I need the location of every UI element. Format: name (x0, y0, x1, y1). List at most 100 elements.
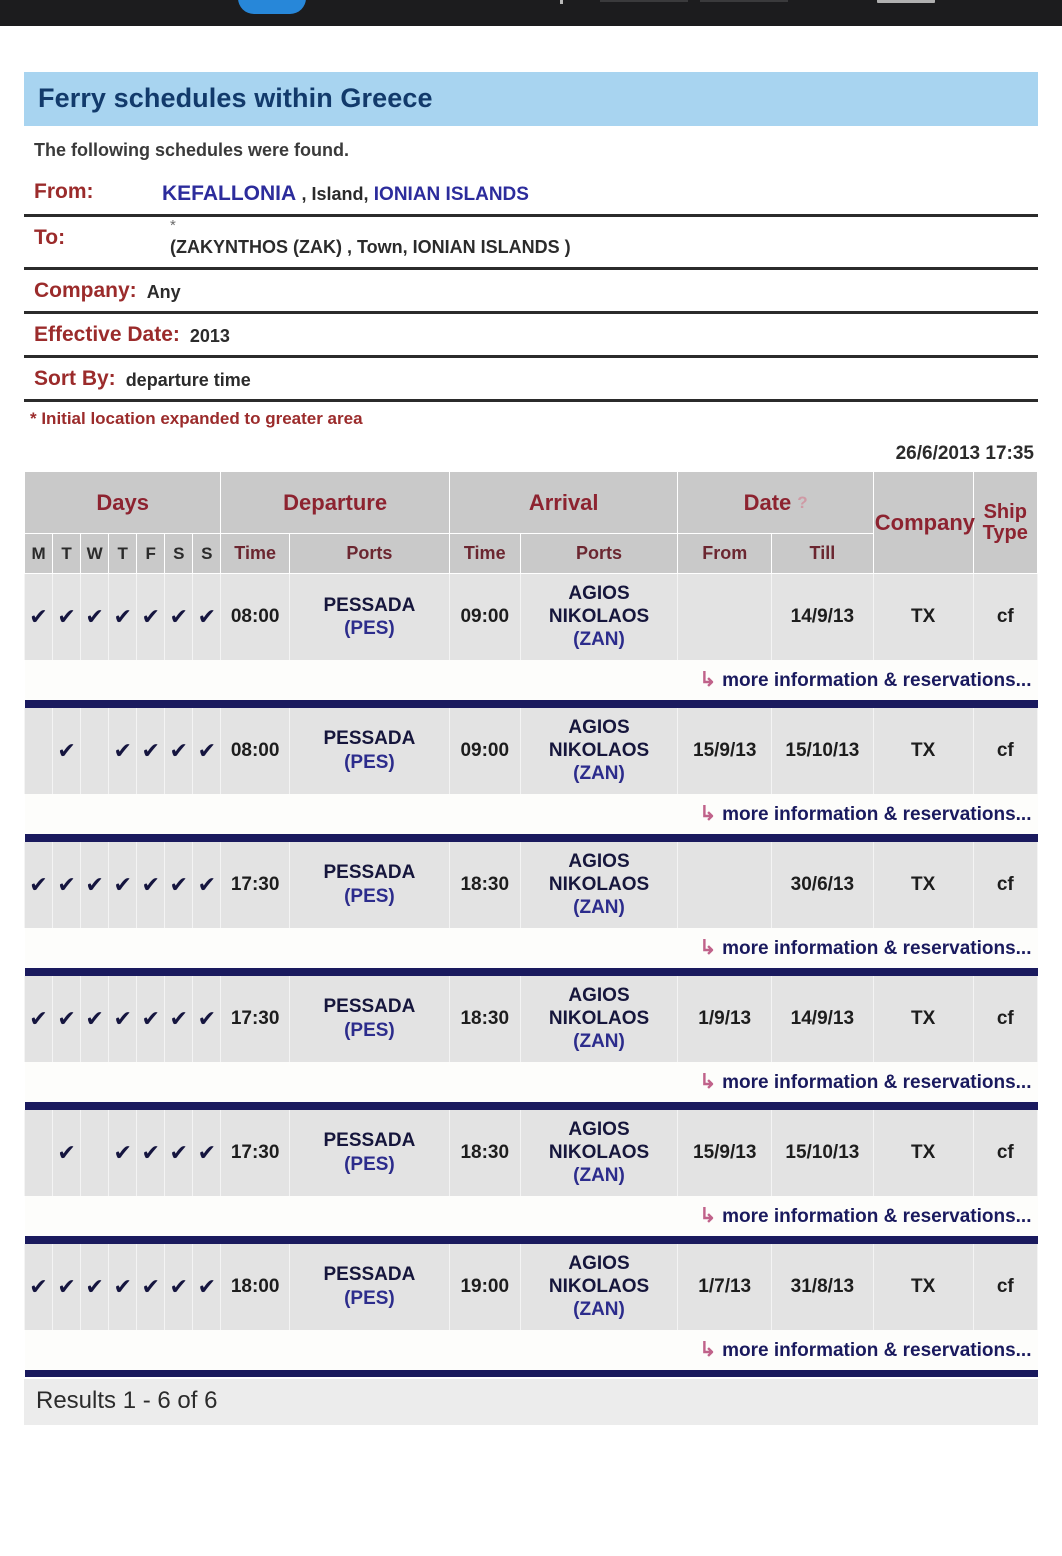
browser-toolbar-item-left[interactable] (600, 0, 688, 2)
ship-type-code[interactable]: cf (972, 707, 1039, 794)
company-code[interactable]: TX (872, 841, 974, 928)
arrival-port-name-line2: NIKOLAOS (548, 873, 650, 895)
header-date[interactable]: Date? (677, 471, 874, 534)
more-info-cell: ↳ more information & reservations... (24, 1329, 1038, 1370)
more-information-link[interactable]: more information & reservations... (722, 938, 1031, 959)
more-information-link[interactable]: more information & reservations... (722, 1072, 1031, 1093)
day-cell-tue: ✔ (52, 1243, 82, 1330)
date-from: 15/9/13 (677, 707, 772, 794)
departure-port: PESSADA (PES) (288, 975, 450, 1062)
check-icon: ✔ (141, 872, 160, 898)
day-cell-fri: ✔ (136, 573, 166, 660)
day-cell-tue: ✔ (52, 975, 82, 1062)
arrival-port-name-line2: NIKOLAOS (548, 1141, 650, 1163)
date-till: 31/8/13 (770, 1243, 874, 1330)
departure-port-name: PESSADA (323, 862, 416, 884)
header-ship-type-line1: Ship (983, 500, 1027, 523)
check-icon: ✔ (57, 872, 76, 898)
ship-type-code[interactable]: cf (972, 573, 1039, 660)
company-code[interactable]: TX (872, 573, 974, 660)
header-departure[interactable]: Departure (220, 471, 450, 534)
sort-by-value: departure time (125, 370, 251, 390)
more-information-link[interactable]: more information & reservations... (722, 670, 1031, 691)
date-from: 1/7/13 (677, 1243, 772, 1330)
check-icon: ✔ (113, 1140, 132, 1166)
departure-port-name: PESSADA (323, 1264, 416, 1286)
header-departure-ports[interactable]: Ports (288, 533, 450, 574)
question-mark-icon[interactable]: ? (797, 493, 807, 513)
ship-type-code[interactable]: cf (972, 841, 1039, 928)
arrival-port: AGIOS NIKOLAOS (ZAN) (519, 573, 679, 660)
day-cell-tue: ✔ (52, 1109, 82, 1196)
arrival-time: 09:00 (448, 573, 521, 660)
header-company[interactable]: Company (872, 471, 975, 574)
from-region[interactable]: IONIAN ISLANDS (374, 184, 529, 205)
more-info-row: ↳ more information & reservations... (24, 927, 1038, 968)
check-icon: ✔ (141, 738, 160, 764)
departure-port-code: (PES) (344, 1153, 395, 1175)
header-date-till[interactable]: Till (770, 533, 874, 574)
date-till: 30/6/13 (770, 841, 874, 928)
header-departure-time[interactable]: Time (220, 533, 290, 574)
ship-type-code[interactable]: cf (972, 975, 1039, 1062)
company-code[interactable]: TX (872, 1243, 974, 1330)
row-separator-bar (24, 1101, 1038, 1110)
header-arrival-time[interactable]: Time (448, 533, 521, 574)
arrival-port: AGIOS NIKOLAOS (ZAN) (519, 707, 679, 794)
browser-menu-handle[interactable] (877, 0, 935, 3)
row-separator (24, 699, 1038, 708)
expansion-footnote: * Initial location expanded to greater a… (30, 409, 363, 428)
day-cell-tue: ✔ (52, 707, 82, 794)
check-icon: ✔ (113, 1006, 132, 1032)
table-row[interactable]: ✔ ✔ ✔ ✔ ✔ ✔ ✔ 18:00 PESSADA (PES) 19:00 AGIOS NIKOLA… (23, 1243, 1039, 1330)
more-information-link[interactable]: more information & reservations... (722, 1340, 1031, 1361)
browser-toolbar-item-right[interactable] (700, 0, 788, 2)
table-row[interactable]: ✔ ✔ ✔ ✔ ✔ 17:30 PESSADA (PES) 18:30 AGIOS NIKOLAOS… (23, 1109, 1039, 1196)
header-date-from[interactable]: From (677, 533, 772, 574)
date-from: 1/9/13 (677, 975, 772, 1062)
ship-type-code[interactable]: cf (972, 1109, 1039, 1196)
arrival-port: AGIOS NIKOLAOS (ZAN) (519, 841, 679, 928)
arrival-time: 19:00 (448, 1243, 521, 1330)
company-code[interactable]: TX (872, 975, 974, 1062)
table-row[interactable]: ✔ ✔ ✔ ✔ ✔ ✔ ✔ 17:30 PESSADA (PES) 18:30 AGIOS NIKOLA… (23, 975, 1039, 1062)
day-cell-thu: ✔ (108, 1243, 138, 1330)
header-days[interactable]: Days (23, 471, 222, 534)
header-ship-type[interactable]: Ship Type (972, 471, 1039, 574)
day-cell-wed: ✔ (80, 975, 110, 1062)
header-arrival-ports[interactable]: Ports (519, 533, 679, 574)
arrival-port: AGIOS NIKOLAOS (ZAN) (519, 975, 679, 1062)
company-code[interactable]: TX (872, 1109, 974, 1196)
more-information-link[interactable]: more information & reservations... (722, 804, 1031, 825)
check-icon: ✔ (113, 1274, 132, 1300)
table-row[interactable]: ✔ ✔ ✔ ✔ ✔ ✔ ✔ 17:30 PESSADA (PES) 18:30 AGIOS NIKOLA… (23, 841, 1039, 928)
check-icon: ✔ (169, 1140, 188, 1166)
browser-tab-indicator[interactable] (238, 0, 306, 14)
sort-by-label: Sort By: (34, 367, 116, 390)
from-city[interactable]: KEFALLONIA (162, 182, 296, 205)
check-icon: ✔ (57, 604, 76, 630)
check-icon: ✔ (197, 604, 217, 630)
table-row[interactable]: ✔ ✔ ✔ ✔ ✔ 08:00 PESSADA (PES) 09:00 AGIOS NIKOLAOS… (23, 707, 1039, 794)
corner-arrow-icon: ↳ (699, 803, 717, 825)
departure-port: PESSADA (PES) (288, 1109, 450, 1196)
day-cell-mon: ✔ (23, 1243, 54, 1330)
more-information-link[interactable]: more information & reservations... (722, 1206, 1031, 1227)
company-code[interactable]: TX (872, 707, 974, 794)
table-body: ✔ ✔ ✔ ✔ ✔ ✔ ✔ 08:00 PESSADA (PES) 09:00 AGIOS NIKOLA… (23, 573, 1039, 1377)
day-cell-wed (80, 707, 110, 794)
ship-type-code[interactable]: cf (972, 1243, 1039, 1330)
header-arrival[interactable]: Arrival (448, 471, 679, 534)
departure-time: 18:00 (220, 1243, 290, 1330)
to-destination: (ZAKYNTHOS (ZAK) , Town, IONIAN ISLANDS … (170, 237, 571, 257)
table-row[interactable]: ✔ ✔ ✔ ✔ ✔ ✔ ✔ 08:00 PESSADA (PES) 09:00 AGIOS NIKOLA… (23, 573, 1039, 660)
day-cell-fri: ✔ (136, 1109, 166, 1196)
day-cell-thu: ✔ (108, 975, 138, 1062)
day-cell-thu: ✔ (108, 573, 138, 660)
header-day-wed: W (80, 533, 110, 574)
departure-port-name: PESSADA (323, 1130, 416, 1152)
arrival-port-name-line1: AGIOS (568, 850, 630, 872)
arrival-port: AGIOS NIKOLAOS (ZAN) (519, 1109, 679, 1196)
check-icon: ✔ (29, 1274, 48, 1300)
day-cell-sun: ✔ (192, 841, 222, 928)
